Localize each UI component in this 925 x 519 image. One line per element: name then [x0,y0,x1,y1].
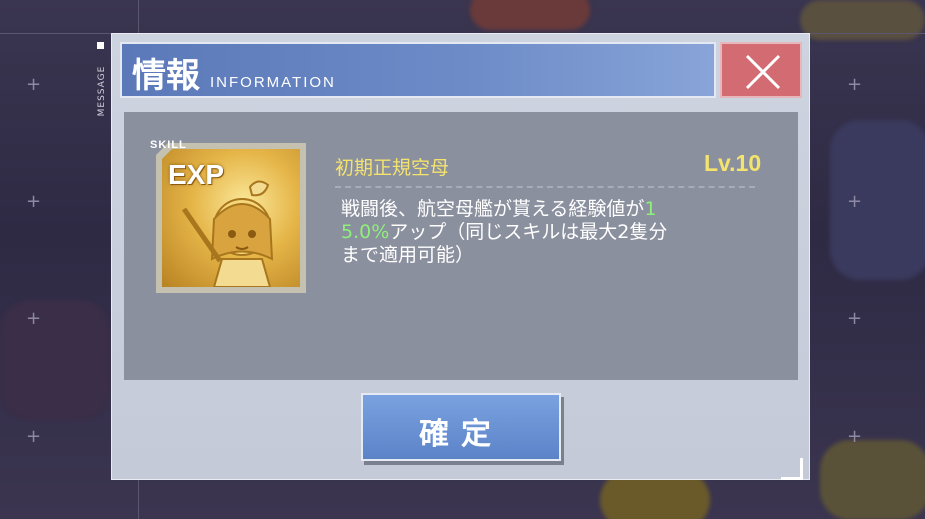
background-blob [0,300,110,420]
skill-name: 初期正規空母 [335,157,450,179]
background-blob [800,0,925,40]
confirm-button-label: 確定 [419,417,503,452]
info-dialog: 情報 INFORMATION EXP SKILL 初期正規空母 Lv.10 戦闘… [111,33,810,480]
skill-badge-label: SKILL [150,139,187,151]
background-line [138,0,139,33]
background-blob [820,440,925,519]
plus-marker-icon: + [26,191,42,212]
plus-marker-icon: + [26,74,42,95]
dialog-title: 情報 [132,56,200,96]
divider [335,186,755,188]
plus-marker-icon: + [847,191,863,212]
dialog-header: 情報 INFORMATION [120,42,716,98]
description-highlight: 1 [644,198,657,220]
corner-marker-icon [781,458,803,480]
plus-marker-icon: + [847,308,863,329]
square-marker-icon [97,42,104,49]
plus-marker-icon: + [26,308,42,329]
description-text: 戦闘後、航空母艦が貰える経験値が [341,198,645,220]
description-highlight: 5.0% [341,221,390,243]
skill-level: Lv.10 [704,150,762,176]
plus-marker-icon: + [26,426,42,447]
background-blob [470,0,590,30]
close-x-icon [745,54,781,90]
plus-marker-icon: + [847,426,863,447]
message-side-tab: MESSAGE [94,40,108,130]
background-blob [830,120,925,280]
dialog-subtitle: INFORMATION [210,74,336,91]
confirm-button[interactable]: 確定 [361,393,561,461]
close-button[interactable] [720,42,802,98]
description-text: アップ（同じスキルは最大2隻分 [389,221,668,243]
plus-marker-icon: + [847,74,863,95]
description-text: まで適用可能） [341,244,475,266]
exp-icon-label: EXP [168,159,225,190]
skill-icon-card: EXP SKILL [150,139,306,293]
background-line [138,480,139,519]
message-side-label: MESSAGE [97,65,107,117]
skill-exp-icon: EXP [162,149,300,287]
skill-description: 戦闘後、航空母艦が貰える経験値が1 5.0%アップ（同じスキルは最大2隻分 まで… [341,198,761,267]
